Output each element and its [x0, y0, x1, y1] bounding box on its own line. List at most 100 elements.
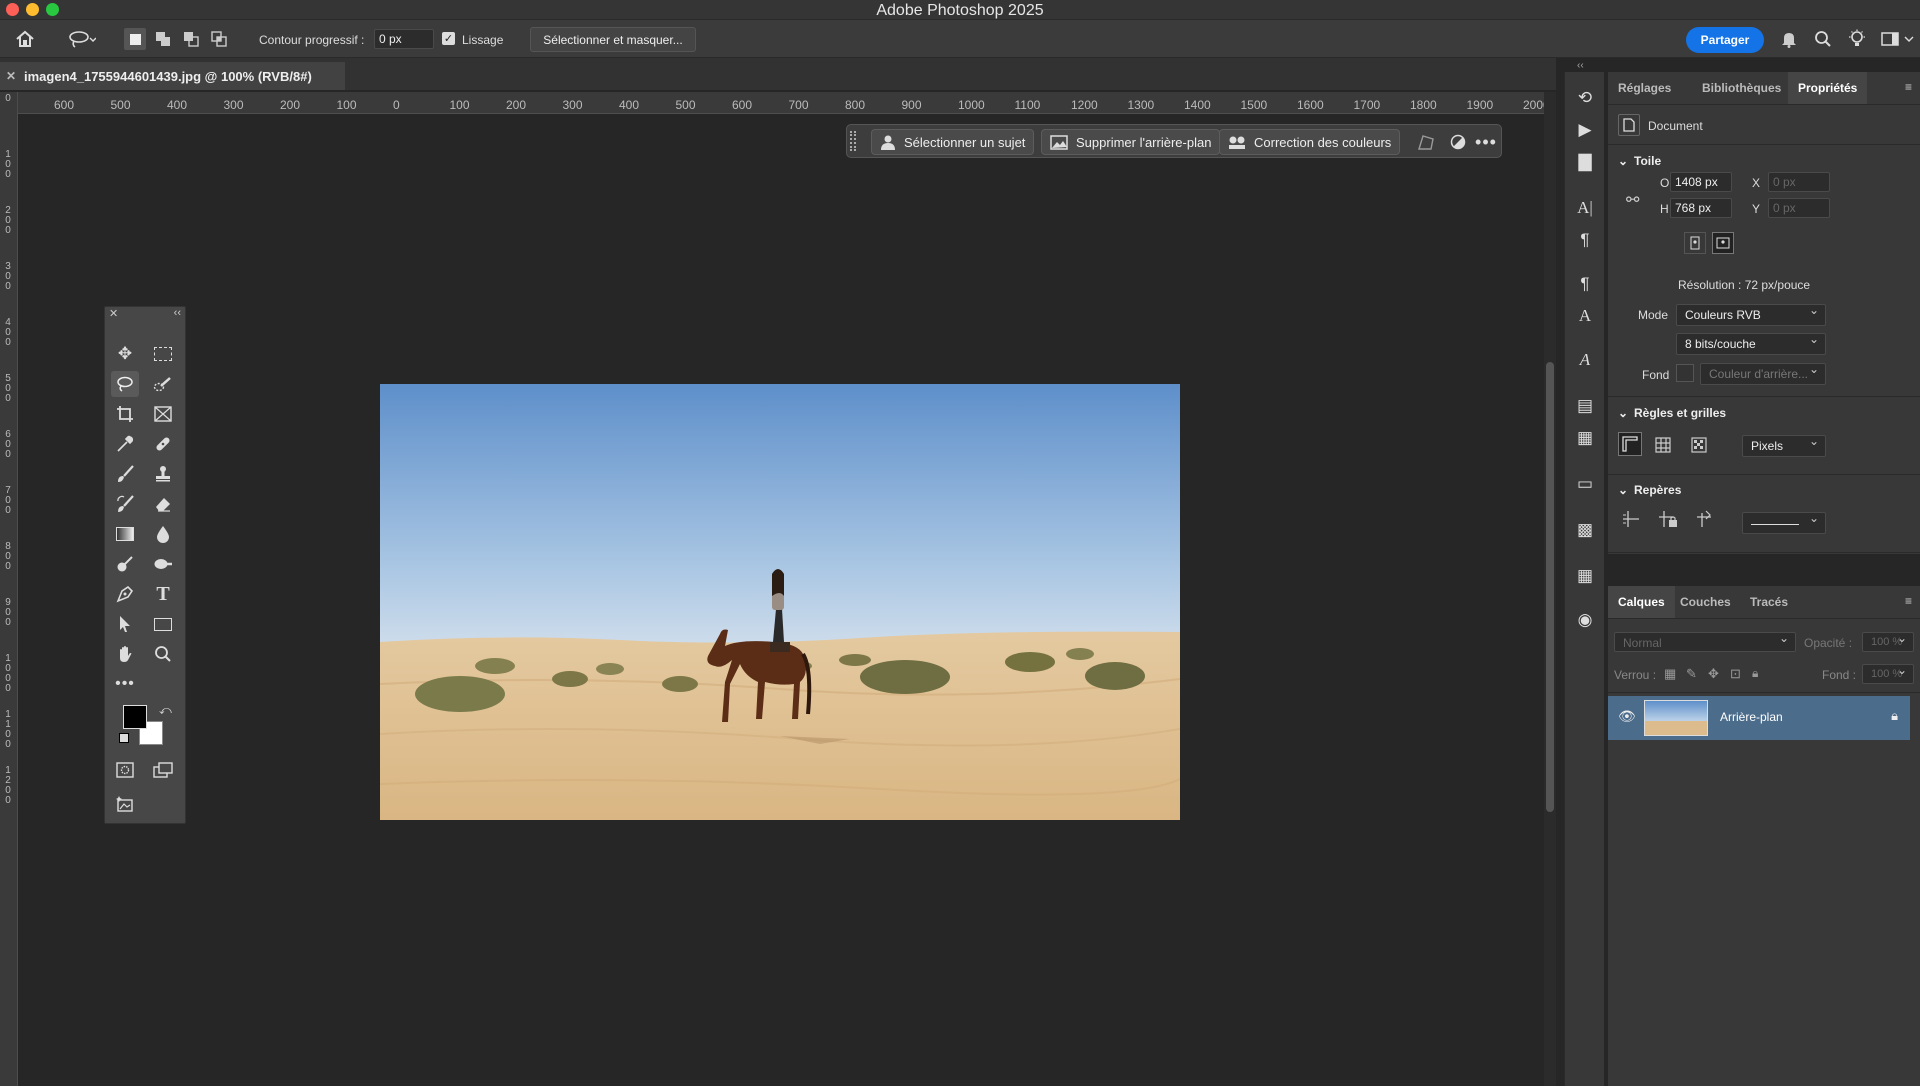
- type-tool-icon[interactable]: T: [149, 581, 177, 607]
- character-styles-icon[interactable]: A: [1573, 304, 1597, 328]
- tab-channels[interactable]: Couches: [1670, 586, 1741, 618]
- height-input[interactable]: 768 px: [1670, 198, 1732, 218]
- fill-dropdown[interactable]: Couleur d'arrière...: [1700, 362, 1826, 385]
- collapse-strip-icon[interactable]: ‹‹: [1577, 60, 1584, 71]
- comments-panel-icon[interactable]: ▇: [1573, 150, 1597, 174]
- quick-selection-tool-icon[interactable]: [149, 371, 177, 397]
- horizontal-ruler[interactable]: 600 500 400 300 200 100 0 100 200 300 400 500 600 700…: [18, 92, 1550, 114]
- color-mode-dropdown[interactable]: Couleurs RVB: [1676, 303, 1826, 326]
- paragraph-styles-icon[interactable]: ¶: [1573, 272, 1597, 296]
- pixel-grid-toggle-button[interactable]: [1688, 434, 1710, 456]
- move-tool-icon[interactable]: ✥: [111, 341, 139, 367]
- adjustment-button[interactable]: [1447, 131, 1469, 153]
- fill-color-swatch[interactable]: [1676, 364, 1694, 382]
- healing-brush-tool-icon[interactable]: [149, 431, 177, 457]
- lasso-preset-picker[interactable]: [62, 28, 102, 50]
- close-panel-icon[interactable]: ✕: [109, 307, 118, 320]
- transform-button[interactable]: [1415, 131, 1437, 153]
- scrollbar-thumb[interactable]: [1546, 362, 1554, 812]
- frame-tool-icon[interactable]: [149, 401, 177, 427]
- lock-artboard-icon[interactable]: ⊡: [1730, 666, 1741, 682]
- antialias-checkbox[interactable]: ✓: [442, 32, 455, 45]
- history-panel-icon[interactable]: ⟲: [1573, 86, 1597, 110]
- vertical-scrollbar[interactable]: [1544, 92, 1556, 1086]
- document-tab[interactable]: ✕ imagen4_1755944601439.jpg @ 100% (RVB/…: [0, 62, 345, 90]
- home-button[interactable]: [12, 28, 38, 50]
- more-tools-icon[interactable]: •••: [111, 671, 139, 697]
- close-tab-icon[interactable]: ✕: [6, 69, 16, 83]
- notes-panel-icon[interactable]: ▦: [1573, 426, 1597, 450]
- notifications-button[interactable]: [1778, 28, 1800, 50]
- layer-visibility-eye-icon[interactable]: 👁︎: [1618, 708, 1636, 725]
- pen-tool-icon[interactable]: [111, 581, 139, 607]
- layer-row[interactable]: 👁︎ Arrière-plan 🔒︎: [1608, 696, 1910, 740]
- more-options-icon[interactable]: •••: [1475, 131, 1497, 153]
- tab-layers[interactable]: Calques: [1608, 586, 1675, 618]
- color-panel-icon[interactable]: ◉: [1573, 608, 1597, 632]
- add-to-selection-button[interactable]: [152, 28, 174, 50]
- marquee-tool-icon[interactable]: [149, 341, 177, 367]
- select-subject-button[interactable]: Sélectionner un sujet: [871, 129, 1035, 155]
- document-image[interactable]: [380, 384, 1180, 820]
- vertical-ruler[interactable]: 0 100 200 300 400 500 600 700 800 900 1000 1100 1200: [0, 92, 18, 1086]
- screen-mode-icon[interactable]: [149, 757, 177, 783]
- lock-transparency-icon[interactable]: ▦: [1664, 666, 1676, 682]
- grid-toggle-button[interactable]: [1652, 434, 1674, 456]
- layer-lock-icon[interactable]: 🔒︎: [1891, 708, 1898, 724]
- default-colors-icon[interactable]: [119, 733, 129, 743]
- canvas-section-toggle[interactable]: ⌄: [1618, 154, 1628, 168]
- feather-input[interactable]: 0 px: [374, 29, 434, 49]
- tab-paths[interactable]: Tracés: [1740, 586, 1798, 618]
- lock-pixels-icon[interactable]: ✎: [1686, 666, 1697, 682]
- intersect-selection-button[interactable]: [208, 28, 230, 50]
- drag-handle[interactable]: [850, 131, 856, 151]
- width-input[interactable]: 1408 px: [1670, 172, 1732, 192]
- remove-background-button[interactable]: Supprimer l'arrière-plan: [1041, 129, 1221, 155]
- gradients-panel-icon[interactable]: ▭: [1573, 472, 1597, 496]
- crop-tool-icon[interactable]: [111, 401, 139, 427]
- opacity-input[interactable]: 100 %: [1862, 631, 1914, 652]
- color-correction-button[interactable]: Correction des couleurs: [1219, 129, 1401, 155]
- eraser-tool-icon[interactable]: [149, 491, 177, 517]
- tab-adjustments[interactable]: Réglages: [1608, 72, 1681, 104]
- rectangle-tool-icon[interactable]: [149, 611, 177, 637]
- discover-button[interactable]: [1846, 28, 1868, 50]
- y-input[interactable]: 0 px: [1768, 198, 1830, 218]
- snap-guides-button[interactable]: [1696, 510, 1716, 530]
- subtract-from-selection-button[interactable]: [180, 28, 202, 50]
- brush-tool-icon[interactable]: [111, 461, 139, 487]
- clone-stamp-tool-icon[interactable]: [149, 461, 177, 487]
- ruler-toggle-button[interactable]: [1618, 432, 1642, 456]
- lasso-tool-icon[interactable]: [111, 371, 139, 397]
- tab-libraries[interactable]: Bibliothèques: [1692, 72, 1791, 104]
- select-and-mask-button[interactable]: Sélectionner et masquer...: [530, 27, 696, 52]
- blur-tool-icon[interactable]: [149, 521, 177, 547]
- generative-fill-icon[interactable]: [111, 791, 139, 817]
- quick-mask-icon[interactable]: [111, 757, 139, 783]
- character-panel-icon[interactable]: A|: [1573, 196, 1597, 220]
- new-selection-button[interactable]: [124, 28, 146, 50]
- rulers-section-toggle[interactable]: ⌄: [1618, 406, 1628, 420]
- dodge-tool-icon[interactable]: [111, 551, 139, 577]
- show-guides-button[interactable]: [1622, 510, 1642, 530]
- smudge-tool-icon[interactable]: [149, 551, 177, 577]
- search-button[interactable]: [1812, 28, 1834, 50]
- share-button[interactable]: Partager: [1686, 27, 1764, 53]
- landscape-orientation-button[interactable]: [1712, 232, 1734, 254]
- swap-colors-icon[interactable]: ⤺: [159, 703, 172, 718]
- ruler-units-dropdown[interactable]: Pixels: [1742, 434, 1826, 457]
- history-brush-tool-icon[interactable]: [111, 491, 139, 517]
- path-selection-tool-icon[interactable]: [111, 611, 139, 637]
- actions-panel-icon[interactable]: ▶: [1573, 118, 1597, 142]
- gradient-tool-icon[interactable]: [111, 521, 139, 547]
- properties-panel-icon[interactable]: ▤: [1573, 394, 1597, 418]
- collapse-panel-icon[interactable]: ‹‹: [174, 307, 181, 319]
- hand-tool-icon[interactable]: [111, 641, 139, 667]
- zoom-tool-icon[interactable]: [149, 641, 177, 667]
- guide-style-dropdown[interactable]: [1742, 511, 1826, 534]
- panel-menu-icon[interactable]: ≡: [1905, 80, 1912, 94]
- x-input[interactable]: 0 px: [1768, 172, 1830, 192]
- lock-guides-button[interactable]: [1658, 510, 1678, 530]
- layer-fill-input[interactable]: 100 %: [1862, 663, 1914, 684]
- paragraph-panel-icon[interactable]: ¶: [1573, 228, 1597, 252]
